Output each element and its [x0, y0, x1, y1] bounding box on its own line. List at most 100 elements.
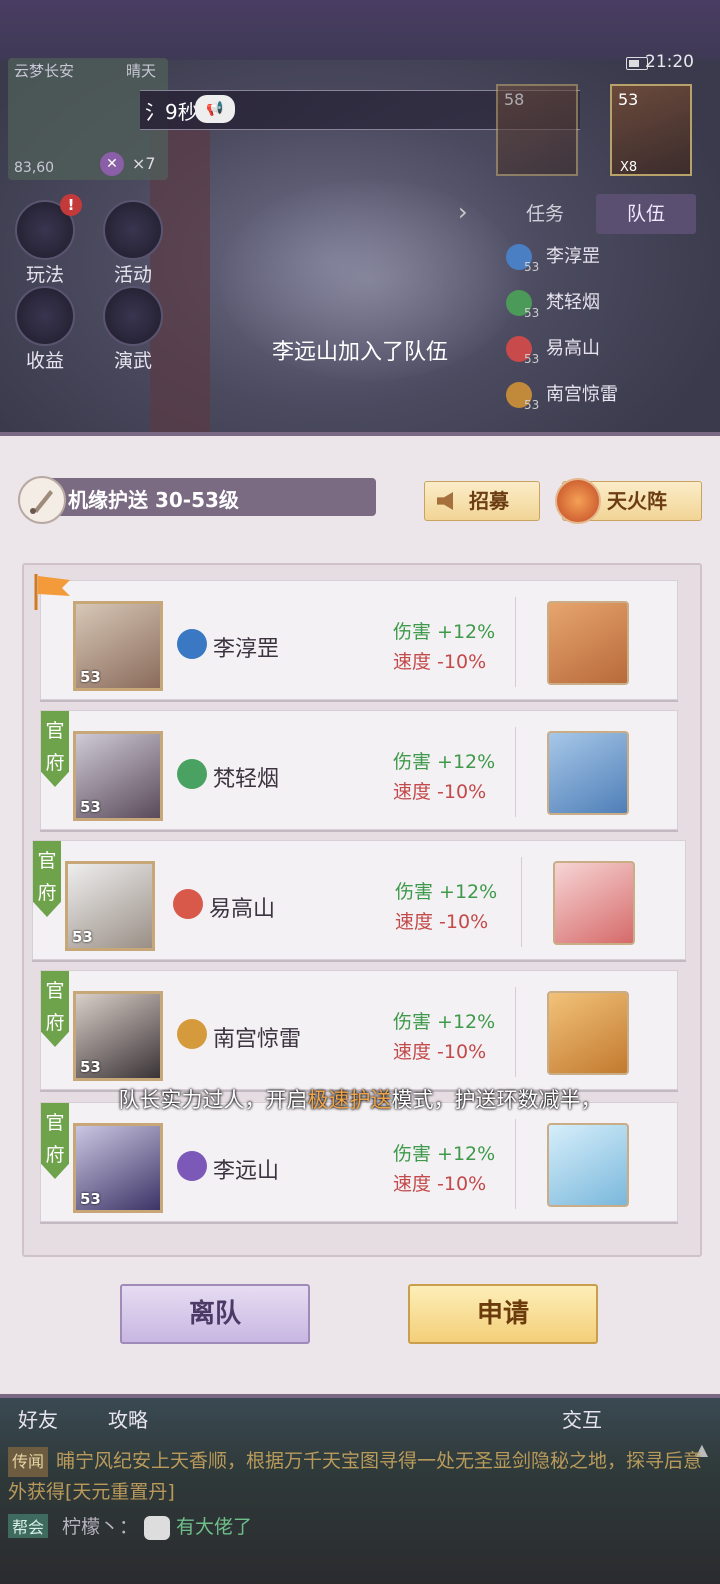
formation-button[interactable]: 天火阵	[555, 478, 702, 524]
divider	[515, 727, 516, 817]
activity-title: 机缘护送 30-53级	[68, 488, 239, 512]
leader-flag-icon	[34, 574, 70, 610]
chat-channel-tag: 传闻	[8, 1447, 49, 1477]
chat-line[interactable]: 传闻 晡宁风纪安上天香顺，根据万千天宝图寻得一处无圣显剑隐秘之地，探寻后意外获得[…	[8, 1446, 712, 1507]
team-mini-level: 53	[524, 306, 540, 320]
team-mini-level: 53	[524, 398, 540, 412]
status-time: 21:20	[645, 52, 694, 72]
guide-button[interactable]: 攻略	[108, 1404, 148, 1433]
chat-line[interactable]: 帮会 柠檬丶： 有大佬了	[8, 1512, 252, 1540]
chevron-right-icon[interactable]: ›	[458, 198, 468, 226]
bow-icon	[177, 1151, 207, 1181]
subtitle-text: 模式，护送环数减半，	[391, 1088, 602, 1112]
chat-avatar-icon	[144, 1515, 171, 1540]
cat-icon	[103, 200, 163, 260]
chat-message: 有大佬了	[176, 1516, 253, 1538]
leaf-icon	[177, 759, 207, 789]
tab-task[interactable]: 任务	[510, 194, 580, 234]
pet-avatar[interactable]	[547, 1123, 629, 1207]
speed-penalty: 速度 -10%	[393, 781, 487, 803]
divider	[515, 1119, 516, 1209]
recruit-button[interactable]: 招募	[424, 481, 540, 521]
chat-channel-tag: 帮会	[8, 1514, 49, 1538]
member-card[interactable]: 官府 53 李远山 伤害 +12% 速度 -10%	[40, 1102, 678, 1222]
leave-team-button[interactable]: 离队	[120, 1284, 310, 1344]
announce-text: 氵9秒	[145, 100, 198, 124]
subtitle-caption: 队长实力过人，开启极速护送模式，护送环数减半，	[0, 1084, 720, 1114]
damage-bonus: 伤害 +12%	[393, 1143, 496, 1165]
portrait-level: 53	[618, 90, 639, 109]
member-name: 易高山	[209, 897, 276, 922]
scroll-icon	[177, 1019, 207, 1049]
official-ribbon: 官府	[41, 711, 69, 787]
formation-label: 天火阵	[607, 489, 667, 513]
activity-button[interactable]: 活动	[100, 200, 166, 287]
member-name: 梵轻烟	[213, 767, 280, 792]
divider	[515, 987, 516, 1077]
leader-portrait[interactable]: 58	[496, 84, 578, 176]
member-name: 李远山	[213, 1159, 280, 1184]
roof-decoration	[0, 0, 720, 60]
damage-bonus: 伤害 +12%	[393, 621, 496, 643]
team-mini-item[interactable]: 53 梵轻烟	[506, 288, 600, 320]
side-button-label: 玩法	[25, 264, 64, 286]
close-circle-icon[interactable]: ✕	[100, 152, 124, 176]
member-avatar: 53	[73, 1123, 163, 1213]
member-card[interactable]: 官府 53 南宫惊雷 伤害 +12% 速度 -10%	[40, 970, 678, 1090]
chat-user: 柠檬丶：	[62, 1516, 139, 1538]
pet-avatar[interactable]	[547, 601, 629, 685]
speed-penalty: 速度 -10%	[395, 911, 489, 933]
divider	[515, 597, 516, 687]
weather-label: 晴天	[126, 62, 157, 80]
portrait-level: 58	[504, 90, 525, 109]
side-button-label: 活动	[113, 264, 152, 286]
damage-bonus: 伤害 +12%	[395, 881, 498, 903]
multiplier-count: ×7	[132, 154, 156, 173]
team-mini-level: 53	[524, 260, 540, 274]
member-avatar: 53	[73, 601, 163, 691]
official-ribbon: 官府	[41, 971, 69, 1047]
team-mini-name: 南宫惊雷	[546, 384, 618, 405]
subtitle-highlight: 极速护送	[307, 1088, 392, 1112]
megaphone-icon[interactable]: 📢	[195, 95, 235, 123]
member-name: 南宫惊雷	[213, 1027, 302, 1052]
damage-bonus: 伤害 +12%	[393, 751, 496, 773]
speed-penalty: 速度 -10%	[393, 1173, 487, 1195]
team-mini-item[interactable]: 53 李淳罡	[506, 242, 600, 274]
pet-avatar[interactable]	[553, 861, 635, 945]
divider	[521, 857, 522, 947]
member-card[interactable]: 官府 53 梵轻烟 伤害 +12% 速度 -10%	[40, 710, 678, 830]
interact-button[interactable]: 交互	[562, 1404, 602, 1433]
member-avatar: 53	[65, 861, 155, 951]
member-level: 53	[80, 798, 101, 816]
member-avatar: 53	[73, 731, 163, 821]
team-mini-item[interactable]: 53 南宫惊雷	[506, 380, 618, 412]
member-avatar: 53	[73, 991, 163, 1081]
speed-penalty: 速度 -10%	[393, 651, 487, 673]
arrow-icon	[173, 889, 203, 919]
member-name: 李淳罡	[213, 637, 280, 662]
member-level: 53	[72, 928, 93, 946]
official-ribbon: 官府	[33, 841, 61, 917]
tab-team[interactable]: 队伍	[596, 194, 696, 234]
map-name: 云梦长安	[14, 62, 75, 80]
member-level: 53	[80, 668, 101, 686]
recruit-label: 招募	[469, 489, 509, 513]
subtitle-text: 队长实力过人，开启	[118, 1088, 308, 1112]
damage-bonus: 伤害 +12%	[393, 1011, 496, 1033]
pet-avatar[interactable]	[547, 731, 629, 815]
pet-avatar[interactable]	[547, 991, 629, 1075]
member-card[interactable]: 53 李淳罡 伤害 +12% 速度 -10%	[40, 580, 678, 700]
apply-button[interactable]: 申请	[408, 1284, 598, 1344]
fire-icon	[555, 478, 601, 524]
member-card[interactable]: 官府 53 易高山 伤害 +12% 速度 -10%	[32, 840, 686, 960]
chat-message: 晡宁风纪安上天香顺，根据万千天宝图寻得一处无圣显剑隐秘之地，探寻后意外获得[天元…	[8, 1450, 703, 1503]
member-level: 53	[80, 1190, 101, 1208]
team-mini-name: 梵轻烟	[546, 292, 600, 313]
official-ribbon: 官府	[41, 1103, 69, 1179]
coordinates: 83,60	[14, 160, 55, 176]
speed-penalty: 速度 -10%	[393, 1041, 487, 1063]
join-toast: 李远山加入了队伍	[271, 340, 448, 365]
friends-button[interactable]: 好友	[18, 1404, 58, 1433]
alert-badge: !	[60, 194, 82, 216]
